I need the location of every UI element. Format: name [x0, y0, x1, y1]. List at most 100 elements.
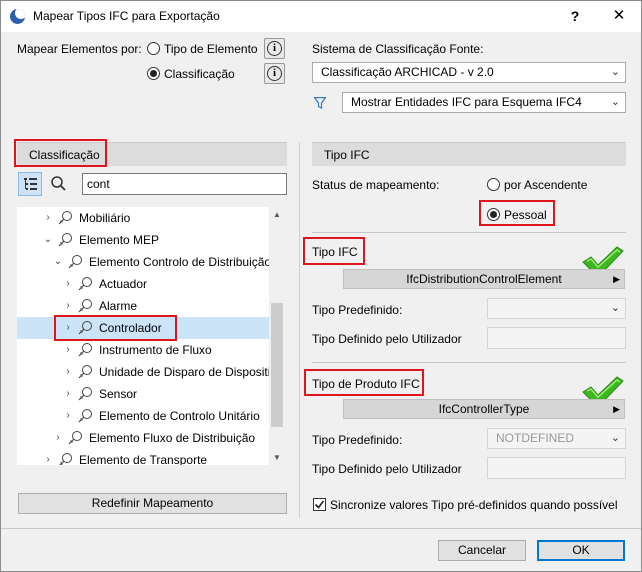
- chevron-right-icon: ▶: [613, 274, 620, 284]
- tree-item-mobiliario[interactable]: › Mobiliário: [17, 207, 269, 229]
- tree-item-unidade-disparo[interactable]: › Unidade de Disparo de Dispositivo: [17, 361, 283, 383]
- sync-predefined-checkbox[interactable]: [313, 498, 326, 511]
- ifc-predefined-type-label: Tipo Predefinido:: [312, 303, 403, 317]
- classification-item-icon: [78, 387, 92, 401]
- tree-item-alarme[interactable]: › Alarme: [17, 295, 269, 317]
- expand-chevron-icon[interactable]: ›: [53, 427, 63, 449]
- classification-item-icon: [58, 233, 72, 247]
- tree-item-label: Alarme: [99, 299, 138, 313]
- classification-item-icon: [58, 211, 72, 225]
- expand-chevron-icon[interactable]: ›: [63, 339, 73, 361]
- expand-chevron-icon[interactable]: ›: [43, 449, 53, 465]
- tree-item-label: Elemento de Transporte: [79, 453, 208, 465]
- scroll-up-icon[interactable]: ▲: [273, 210, 281, 219]
- info-icon: i: [267, 41, 282, 56]
- checkmark-icon: [314, 500, 325, 509]
- product-user-defined-type-label: Tipo Definido pelo Utilizador: [312, 462, 462, 476]
- tree-list-icon: [24, 178, 37, 190]
- chevron-right-icon: ▶: [613, 404, 620, 414]
- classification-item-icon: [78, 409, 92, 423]
- radio-classification[interactable]: [147, 67, 160, 80]
- ifc-type-panel-header: Tipo IFC: [312, 142, 626, 166]
- tree-scrollbar[interactable]: ▲ ▼: [269, 207, 285, 465]
- radio-status-parent-label[interactable]: por Ascendente: [504, 178, 587, 192]
- chevron-down-icon: ⌄: [610, 302, 620, 314]
- classification-item-icon: [78, 343, 92, 357]
- classification-item-icon: [68, 255, 82, 269]
- ifc-schema-filter-dropdown[interactable]: Mostrar Entidades IFC para Esquema IFC4 …: [342, 92, 626, 113]
- tree-item-label: Elemento Controlo de Distribuição: [89, 255, 272, 269]
- ifc-predefined-type-dropdown[interactable]: ⌄: [487, 298, 626, 319]
- expand-chevron-icon[interactable]: ›: [63, 295, 73, 317]
- ifc-mapping-dialog: Mapear Tipos IFC para Exportação ? ✕ Map…: [0, 0, 642, 572]
- ifc-user-defined-type-input[interactable]: [487, 327, 626, 349]
- source-system-value: Classificação ARCHICAD - v 2.0: [321, 65, 494, 79]
- chevron-down-icon: ⌄: [610, 96, 620, 108]
- tree-item-actuador[interactable]: › Actuador: [17, 273, 269, 295]
- ifc-product-type-value: IfcControllerType: [438, 402, 530, 416]
- separator: [312, 362, 626, 363]
- highlight-classification-header: [14, 139, 107, 167]
- element-type-info-button[interactable]: i: [264, 38, 285, 59]
- footer-separator: [1, 528, 641, 529]
- product-user-defined-type-input[interactable]: [487, 457, 626, 479]
- tree-item-elemento-controlo-unitario[interactable]: › Elemento de Controlo Unitário: [17, 405, 269, 427]
- classification-item-icon: [78, 365, 92, 379]
- archicad-app-icon: [10, 9, 25, 24]
- expand-chevron-icon[interactable]: ›: [63, 361, 73, 383]
- radio-classification-label[interactable]: Classificação: [164, 67, 235, 81]
- highlight-pessoal: [479, 200, 555, 226]
- search-button[interactable]: [47, 172, 71, 196]
- radio-element-type-label[interactable]: Tipo de Elemento: [164, 42, 258, 56]
- close-button[interactable]: ✕: [605, 5, 633, 27]
- info-icon: i: [267, 66, 282, 81]
- ifc-product-type-selector[interactable]: IfcControllerType ▶: [343, 399, 625, 419]
- tree-item-elemento-transporte[interactable]: › Elemento de Transporte: [17, 449, 269, 465]
- classification-item-icon: [78, 277, 92, 291]
- classification-search-input[interactable]: cont: [82, 173, 287, 195]
- tree-item-label: Actuador: [99, 277, 148, 291]
- tree-view-toggle-button[interactable]: [18, 172, 42, 196]
- scroll-down-icon[interactable]: ▼: [273, 453, 281, 462]
- source-system-dropdown[interactable]: Classificação ARCHICAD - v 2.0 ⌄: [312, 62, 626, 83]
- cancel-button[interactable]: Cancelar: [438, 540, 526, 561]
- map-by-label: Mapear Elementos por:: [17, 42, 142, 56]
- tree-item-elemento-controlo-distribuicao[interactable]: ⌄ Elemento Controlo de Distribuição: [17, 251, 272, 273]
- filter-icon: [314, 97, 326, 109]
- title-bar[interactable]: Mapear Tipos IFC para Exportação ? ✕: [1, 1, 641, 32]
- tree-item-label: Mobiliário: [79, 211, 131, 225]
- help-button[interactable]: ?: [561, 5, 589, 27]
- tree-item-elemento-fluxo-distribuicao[interactable]: › Elemento Fluxo de Distribuição: [17, 427, 269, 449]
- collapse-chevron-icon[interactable]: ⌄: [53, 251, 63, 273]
- classification-info-button[interactable]: i: [264, 63, 285, 84]
- product-predefined-type-label: Tipo Predefinido:: [312, 433, 403, 447]
- highlight-ifc-type-heading: [303, 237, 365, 265]
- window-title: Mapear Tipos IFC para Exportação: [33, 9, 220, 23]
- ifc-user-defined-type-label: Tipo Definido pelo Utilizador: [312, 332, 462, 346]
- reset-mapping-button[interactable]: Redefinir Mapeamento: [18, 493, 287, 514]
- tree-item-sensor[interactable]: › Sensor: [17, 383, 269, 405]
- ifc-type-panel-title: Tipo IFC: [324, 148, 370, 162]
- ok-button[interactable]: OK: [537, 540, 625, 561]
- highlight-controlador: [54, 315, 177, 341]
- tree-item-label: Elemento MEP: [79, 233, 160, 247]
- tree-item-elemento-mep[interactable]: ⌄ Elemento MEP: [17, 229, 269, 251]
- expand-chevron-icon[interactable]: ›: [63, 405, 73, 427]
- tree-item-instrumento-fluxo[interactable]: › Instrumento de Fluxo: [17, 339, 269, 361]
- sync-predefined-label[interactable]: Sincronize valores Tipo pré-definidos qu…: [330, 498, 618, 512]
- ifc-entity-value: IfcDistributionControlElement: [406, 272, 562, 286]
- chevron-down-icon: ⌄: [610, 66, 620, 78]
- mapping-status-label: Status de mapeamento:: [312, 178, 440, 192]
- radio-status-parent[interactable]: [487, 178, 500, 191]
- radio-element-type[interactable]: [147, 42, 160, 55]
- expand-chevron-icon[interactable]: ›: [63, 273, 73, 295]
- collapse-chevron-icon[interactable]: ⌄: [43, 229, 53, 251]
- scrollbar-thumb[interactable]: [271, 303, 283, 427]
- product-predefined-type-dropdown[interactable]: NOTDEFINED ⌄: [487, 428, 626, 449]
- expand-chevron-icon[interactable]: ›: [63, 383, 73, 405]
- ifc-entity-selector[interactable]: IfcDistributionControlElement ▶: [343, 269, 625, 289]
- classification-item-icon: [68, 431, 82, 445]
- expand-chevron-icon[interactable]: ›: [43, 207, 53, 229]
- search-icon: [51, 176, 66, 191]
- product-predefined-type-value: NOTDEFINED: [496, 431, 574, 445]
